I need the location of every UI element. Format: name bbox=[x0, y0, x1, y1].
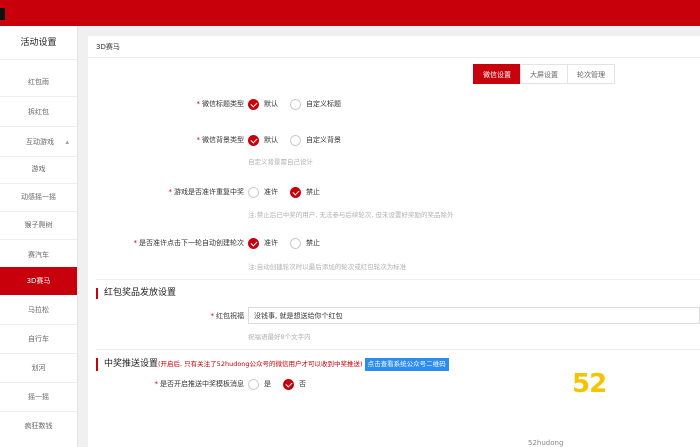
chevron-up-icon: ▴ bbox=[65, 138, 69, 146]
radio-repeat-allow[interactable]: 准许 bbox=[248, 186, 278, 198]
sidebar-item-rowing[interactable]: 划河 bbox=[0, 354, 77, 382]
field-label: * 微信背景类型 bbox=[196, 136, 245, 144]
sidebar-item-game[interactable]: 游戏 bbox=[0, 155, 77, 183]
radio-checked-icon bbox=[290, 186, 301, 198]
sidebar-item-3d-horse-race[interactable]: 3D赛马 bbox=[0, 267, 77, 295]
watermark-logo: 52 bbox=[572, 371, 616, 397]
field-bg-type: * 微信背景类型 默认 自定义背景 bbox=[88, 133, 700, 147]
radio-bg-default[interactable]: 默认 bbox=[248, 134, 278, 146]
sidebar-item-count-money[interactable]: 疯狂数钱 bbox=[0, 412, 77, 440]
field-label: * 是否准许点击下一轮自动创建轮次 bbox=[133, 239, 245, 247]
sidebar: 活动设置 红包雨 拆红包 互动游戏 ▴ 游戏 动感摇一摇 猴子爬树 赛汽车 3D… bbox=[0, 26, 78, 447]
section-title-redpack: 红包奖品发放设置 bbox=[96, 288, 176, 299]
field-title-type: * 微信标题类型 默认 自定义标题 bbox=[88, 97, 700, 111]
sidebar-title: 活动设置 bbox=[0, 26, 77, 60]
tab-screen-settings[interactable]: 大屏设置 bbox=[520, 64, 568, 84]
section-title-push: 中奖推送设置(开启后, 只有关注了52hudong公众号的微信用户才可以收到中奖… bbox=[96, 358, 449, 371]
radio-checked-icon bbox=[283, 378, 294, 390]
radio-auto-forbid[interactable]: 禁止 bbox=[290, 237, 320, 249]
sidebar-item-shake[interactable]: 动感摇一摇 bbox=[0, 183, 77, 211]
breadcrumb: 3D赛马 bbox=[88, 36, 700, 58]
header-edge-icon bbox=[0, 8, 5, 20]
sidebar-item-shake-2[interactable]: 摇一摇 bbox=[0, 383, 77, 411]
tab-bar: 微信设置 大屏设置 轮次管理 bbox=[473, 64, 615, 86]
radio-empty-icon bbox=[290, 134, 301, 146]
blessing-input[interactable] bbox=[248, 307, 700, 324]
field-label: * 游戏是否准许重复中奖 bbox=[168, 188, 245, 196]
bg-type-hint: 自定义背景需自己设计 bbox=[248, 158, 313, 166]
sidebar-item-bicycle[interactable]: 自行车 bbox=[0, 325, 77, 353]
tab-round-management[interactable]: 轮次管理 bbox=[567, 64, 615, 84]
blessing-hint: 祝福语最好8个文字内 bbox=[248, 333, 311, 341]
tab-wechat-settings[interactable]: 微信设置 bbox=[473, 64, 521, 84]
radio-title-custom[interactable]: 自定义标题 bbox=[290, 98, 341, 110]
sidebar-divider bbox=[0, 126, 77, 127]
push-note: (开启后, 只有关注了52hudong公众号的微信用户才可以收到中奖推送) bbox=[158, 360, 363, 368]
sidebar-item-monkey-climb[interactable]: 猴子爬树 bbox=[0, 211, 77, 239]
auto-round-hint: 注:自动创建轮次时以最后添加的轮次或红包轮次为标准 bbox=[248, 263, 407, 271]
radio-auto-allow[interactable]: 准许 bbox=[248, 237, 278, 249]
field-label: * 微信标题类型 bbox=[196, 100, 245, 108]
radio-checked-icon bbox=[248, 237, 259, 249]
section-divider bbox=[96, 349, 700, 350]
sidebar-divider bbox=[0, 96, 77, 97]
watermark-text: 52 bbox=[572, 369, 607, 399]
sidebar-group-interactive-games[interactable]: 互动游戏 ▴ bbox=[0, 128, 77, 156]
field-auto-round: * 是否准许点击下一轮自动创建轮次 准许 禁止 bbox=[88, 236, 700, 250]
qr-code-link[interactable]: 点击查看系统公众号二维码 bbox=[364, 358, 449, 371]
radio-checked-icon bbox=[248, 98, 259, 110]
bottom-site-text: 52hudong bbox=[528, 439, 564, 447]
field-label: * 红包祝福 bbox=[210, 312, 245, 320]
repeat-win-hint: 注:禁止后已中奖的用户, 无法参与后续轮次, 但未设置好奖励的奖品除外 bbox=[248, 211, 454, 219]
field-repeat-win: * 游戏是否准许重复中奖 准许 禁止 bbox=[88, 185, 700, 199]
radio-push-no[interactable]: 否 bbox=[283, 378, 306, 390]
radio-title-default[interactable]: 默认 bbox=[248, 98, 278, 110]
field-label: * 是否开启推送中奖模板消息 bbox=[154, 380, 245, 388]
sidebar-item-open-red-packet[interactable]: 拆红包 bbox=[0, 98, 77, 126]
radio-push-yes[interactable]: 是 bbox=[248, 378, 271, 390]
radio-empty-icon bbox=[290, 98, 301, 110]
sidebar-item-red-packet-rain[interactable]: 红包雨 bbox=[0, 68, 77, 96]
push-title: 中奖推送设置 bbox=[104, 359, 159, 369]
sidebar-item-car-race[interactable]: 赛汽车 bbox=[0, 241, 77, 269]
section-divider bbox=[96, 279, 700, 280]
sidebar-item-marathon[interactable]: 马拉松 bbox=[0, 296, 77, 324]
sidebar-divider bbox=[0, 239, 77, 240]
radio-empty-icon bbox=[248, 378, 259, 390]
radio-bg-custom[interactable]: 自定义背景 bbox=[290, 134, 341, 146]
sidebar-group-label: 互动游戏 bbox=[26, 138, 54, 146]
radio-checked-icon bbox=[248, 134, 259, 146]
radio-repeat-forbid[interactable]: 禁止 bbox=[290, 186, 320, 198]
top-header-bar bbox=[0, 0, 700, 26]
radio-empty-icon bbox=[248, 186, 259, 198]
radio-empty-icon bbox=[290, 237, 301, 249]
